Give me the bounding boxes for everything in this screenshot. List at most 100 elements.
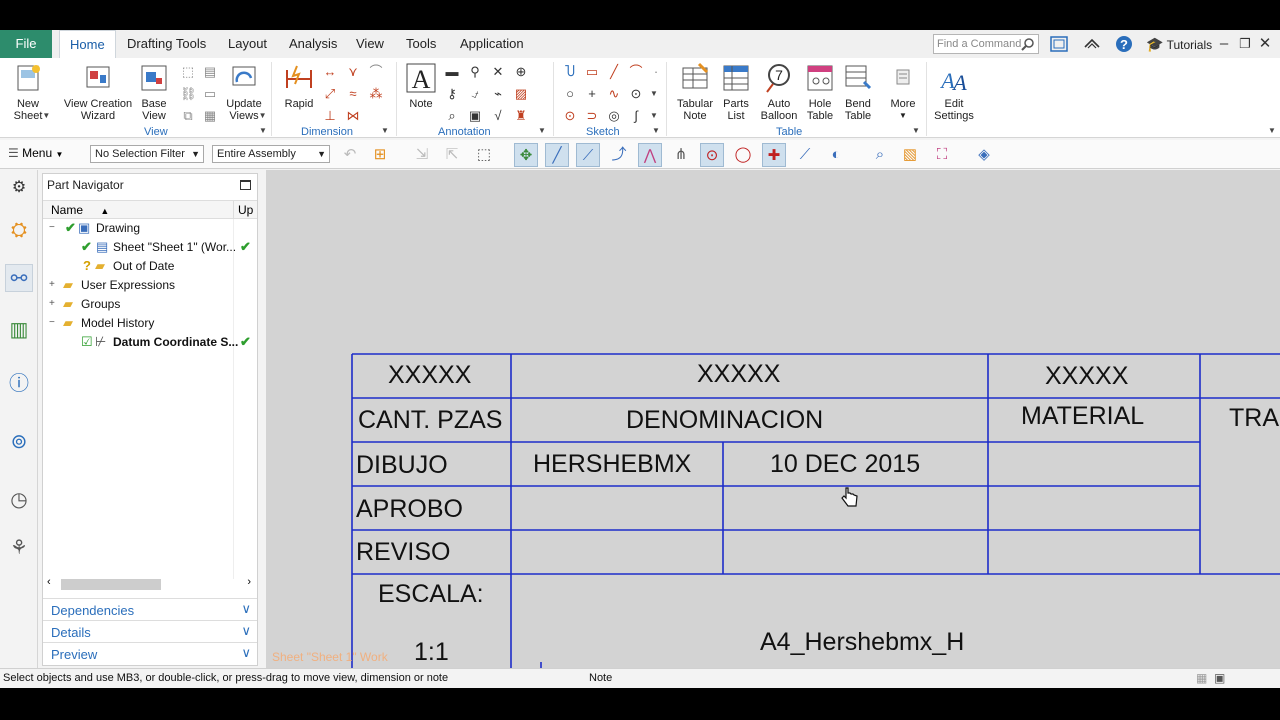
angular-dimension-icon[interactable]: ⌒ [368,64,384,80]
snap-quadrant-icon[interactable]: ◯ [731,143,755,167]
zoom-icon[interactable]: ⛶ [930,143,954,167]
tutorials-button[interactable]: 🎓 Tutorials [1146,36,1212,53]
sketch-more-dropdown[interactable]: ▼ [650,111,658,120]
perimeter-dimension-icon[interactable]: ⋈ [345,108,361,124]
more-sketch-icon[interactable]: · [648,64,664,80]
snap-center-icon[interactable]: ⊙ [700,143,724,167]
bend-table-button[interactable]: Bend Table [842,62,874,122]
chamfer-icon[interactable]: ◎ [606,108,622,124]
tree-row-drawing[interactable]: − ✔ ▣ Drawing [43,219,257,238]
studio-spline-icon[interactable]: ∿ [606,86,622,102]
detail-view-icon[interactable]: ⛓ [180,86,197,102]
tb-reviso[interactable]: REVISO [356,538,450,567]
dimension-group-dropdown[interactable]: ▼ [381,126,389,135]
part-navigator-icon[interactable]: ⚯ [5,264,33,292]
tree-row-datum-coordinate[interactable]: ☑ ⊬ Datum Coordinate S... ✔ [43,333,257,352]
selection-filter-select[interactable]: No Selection Filter ▼ [90,145,204,163]
tab-layout[interactable]: Layout [228,30,267,58]
tb-drawn-by[interactable]: HERSHEBMX [533,450,691,479]
maximize-icon[interactable] [240,180,251,190]
tab-application[interactable]: Application [460,30,524,58]
window-layout-icon[interactable] [1049,34,1069,54]
arc-length-icon[interactable]: ⁂ [368,86,384,102]
arc-icon[interactable]: ⌒ [628,64,644,80]
tb-r1-c2[interactable]: XXXXX [697,360,780,389]
snap-point-icon[interactable]: ✥ [514,143,538,167]
restore-icon[interactable]: ❐ [1235,34,1255,54]
display-sheet-icon[interactable]: ▧ [898,143,922,167]
tree-row-out-of-date[interactable]: ? ▰ Out of Date [43,257,257,276]
auto-balloon-button[interactable]: 7 Auto Balloon [758,62,800,122]
hole-table-button[interactable]: Hole Table [804,62,836,122]
weld-symbol-icon[interactable]: ⌁ [490,86,506,102]
polygon-icon[interactable]: ⊙ [628,86,644,102]
reuse-library-icon[interactable]: ▥ [5,316,33,344]
snap-on-surface-icon[interactable]: ◐ [824,143,848,167]
datum-feature-icon[interactable]: ⚲ [467,64,483,80]
view-boundary-icon[interactable]: ▦ [202,108,218,124]
close-icon[interactable]: ✕ [1255,34,1275,54]
column-name-header[interactable]: Name ▲ [51,203,109,217]
profile-icon[interactable]: Ⴎ [562,64,578,80]
scroll-right-icon[interactable]: › [247,576,251,588]
dependencies-panel[interactable]: Dependencies ∨ [43,598,257,620]
tree-row-user-expressions[interactable]: + ▰ User Expressions [43,276,257,295]
snap-end-point-icon[interactable]: ╱ [545,143,569,167]
tb-aprobo[interactable]: APROBO [356,495,463,524]
sketch-dropdown[interactable]: ▼ [650,89,658,98]
chamfer-dimension-icon[interactable]: ⤢ [322,86,338,102]
tree-row-model-history[interactable]: − ▰ Model History [43,314,257,333]
tab-view[interactable]: View [356,30,384,58]
full-screen-icon[interactable]: ▣ [1214,671,1225,685]
linear-dimension-icon[interactable]: ↔ [322,64,338,80]
checkbox-icon[interactable]: ☑ [81,334,93,350]
broken-view-icon[interactable]: ▭ [202,86,218,102]
tree-row-sheet-1[interactable]: ✔ ▤ Sheet "Sheet 1" (Wor... ✔ [43,238,257,257]
collapse-ribbon-icon[interactable] [1082,34,1102,54]
rectangle-icon[interactable]: ▭ [584,64,600,80]
selection-intent-icon[interactable]: ⇲ [410,143,434,167]
tab-drafting-tools[interactable]: Drafting Tools [127,30,206,58]
annotation-group-dropdown[interactable]: ▼ [538,126,546,135]
target-point-icon[interactable]: √ [490,108,506,124]
balloon-icon[interactable]: ⚷ [444,86,460,102]
rendering-style-icon[interactable]: ◈ [972,143,996,167]
ellipse-icon[interactable]: ⊙ [562,108,578,124]
sketch-group-dropdown[interactable]: ▼ [652,126,660,135]
surface-finish-icon[interactable]: ⍻ [467,86,483,102]
drawing-canvas[interactable]: XXXXX XXXXX XXXXX CANT. PZAS DENOMINACIO… [266,170,1280,668]
tab-tools[interactable]: Tools [406,30,436,58]
tb-tra[interactable]: TRA [1229,404,1279,433]
snap-mid-point-icon[interactable]: ⟋ [576,143,600,167]
snap-existing-point-icon[interactable]: ✚ [762,143,786,167]
update-views-button[interactable]: Update Views ▼ [224,62,267,122]
projected-view-icon[interactable]: ⬚ [180,64,196,80]
ordinate-dimension-icon[interactable]: ⊥ [322,108,338,124]
roles-icon[interactable]: ⚘ [5,534,33,562]
radial-dimension-icon[interactable]: ⋎ [345,64,361,80]
tb-escala[interactable]: ESCALA: [378,580,484,609]
minimize-icon[interactable]: – [1214,34,1234,54]
tabular-note-button[interactable]: Tabular Note [674,62,716,122]
thickness-dimension-icon[interactable]: ≈ [345,86,361,102]
tb-r1-c3[interactable]: XXXXX [1045,362,1128,391]
more-button[interactable]: More ▼ [886,62,920,122]
snap-control-point-icon[interactable]: ⤴ [607,143,631,167]
centermark-cross-icon[interactable]: ✕ [490,64,506,80]
horizontal-scrollbar[interactable]: ‹ › [43,576,257,592]
stamp-icon[interactable]: ♜ [513,108,529,124]
scroll-left-icon[interactable]: ‹ [47,576,51,588]
select-all-icon[interactable]: ⇱ [440,143,464,167]
fit-view-icon[interactable]: ⌕ [868,143,892,167]
break-out-icon[interactable]: ⧉ [180,108,196,124]
zoom-annotation-icon[interactable]: ⌕ [444,108,460,124]
center-mark-icon[interactable]: ⊕ [513,64,529,80]
ribbon-options-dropdown[interactable]: ▼ [1268,126,1276,135]
fillet-icon[interactable]: ⊃ [584,108,600,124]
tb-dibujo[interactable]: DIBUJO [356,451,448,480]
preview-panel[interactable]: Preview ∨ [43,642,257,664]
web-browser-icon[interactable]: ⓘ [5,370,33,398]
scope-select[interactable]: Entire Assembly ▼ [212,145,330,163]
rapid-dimension-button[interactable]: Rapid [282,62,316,110]
new-sheet-button[interactable]: New Sheet ▼ [6,62,50,122]
